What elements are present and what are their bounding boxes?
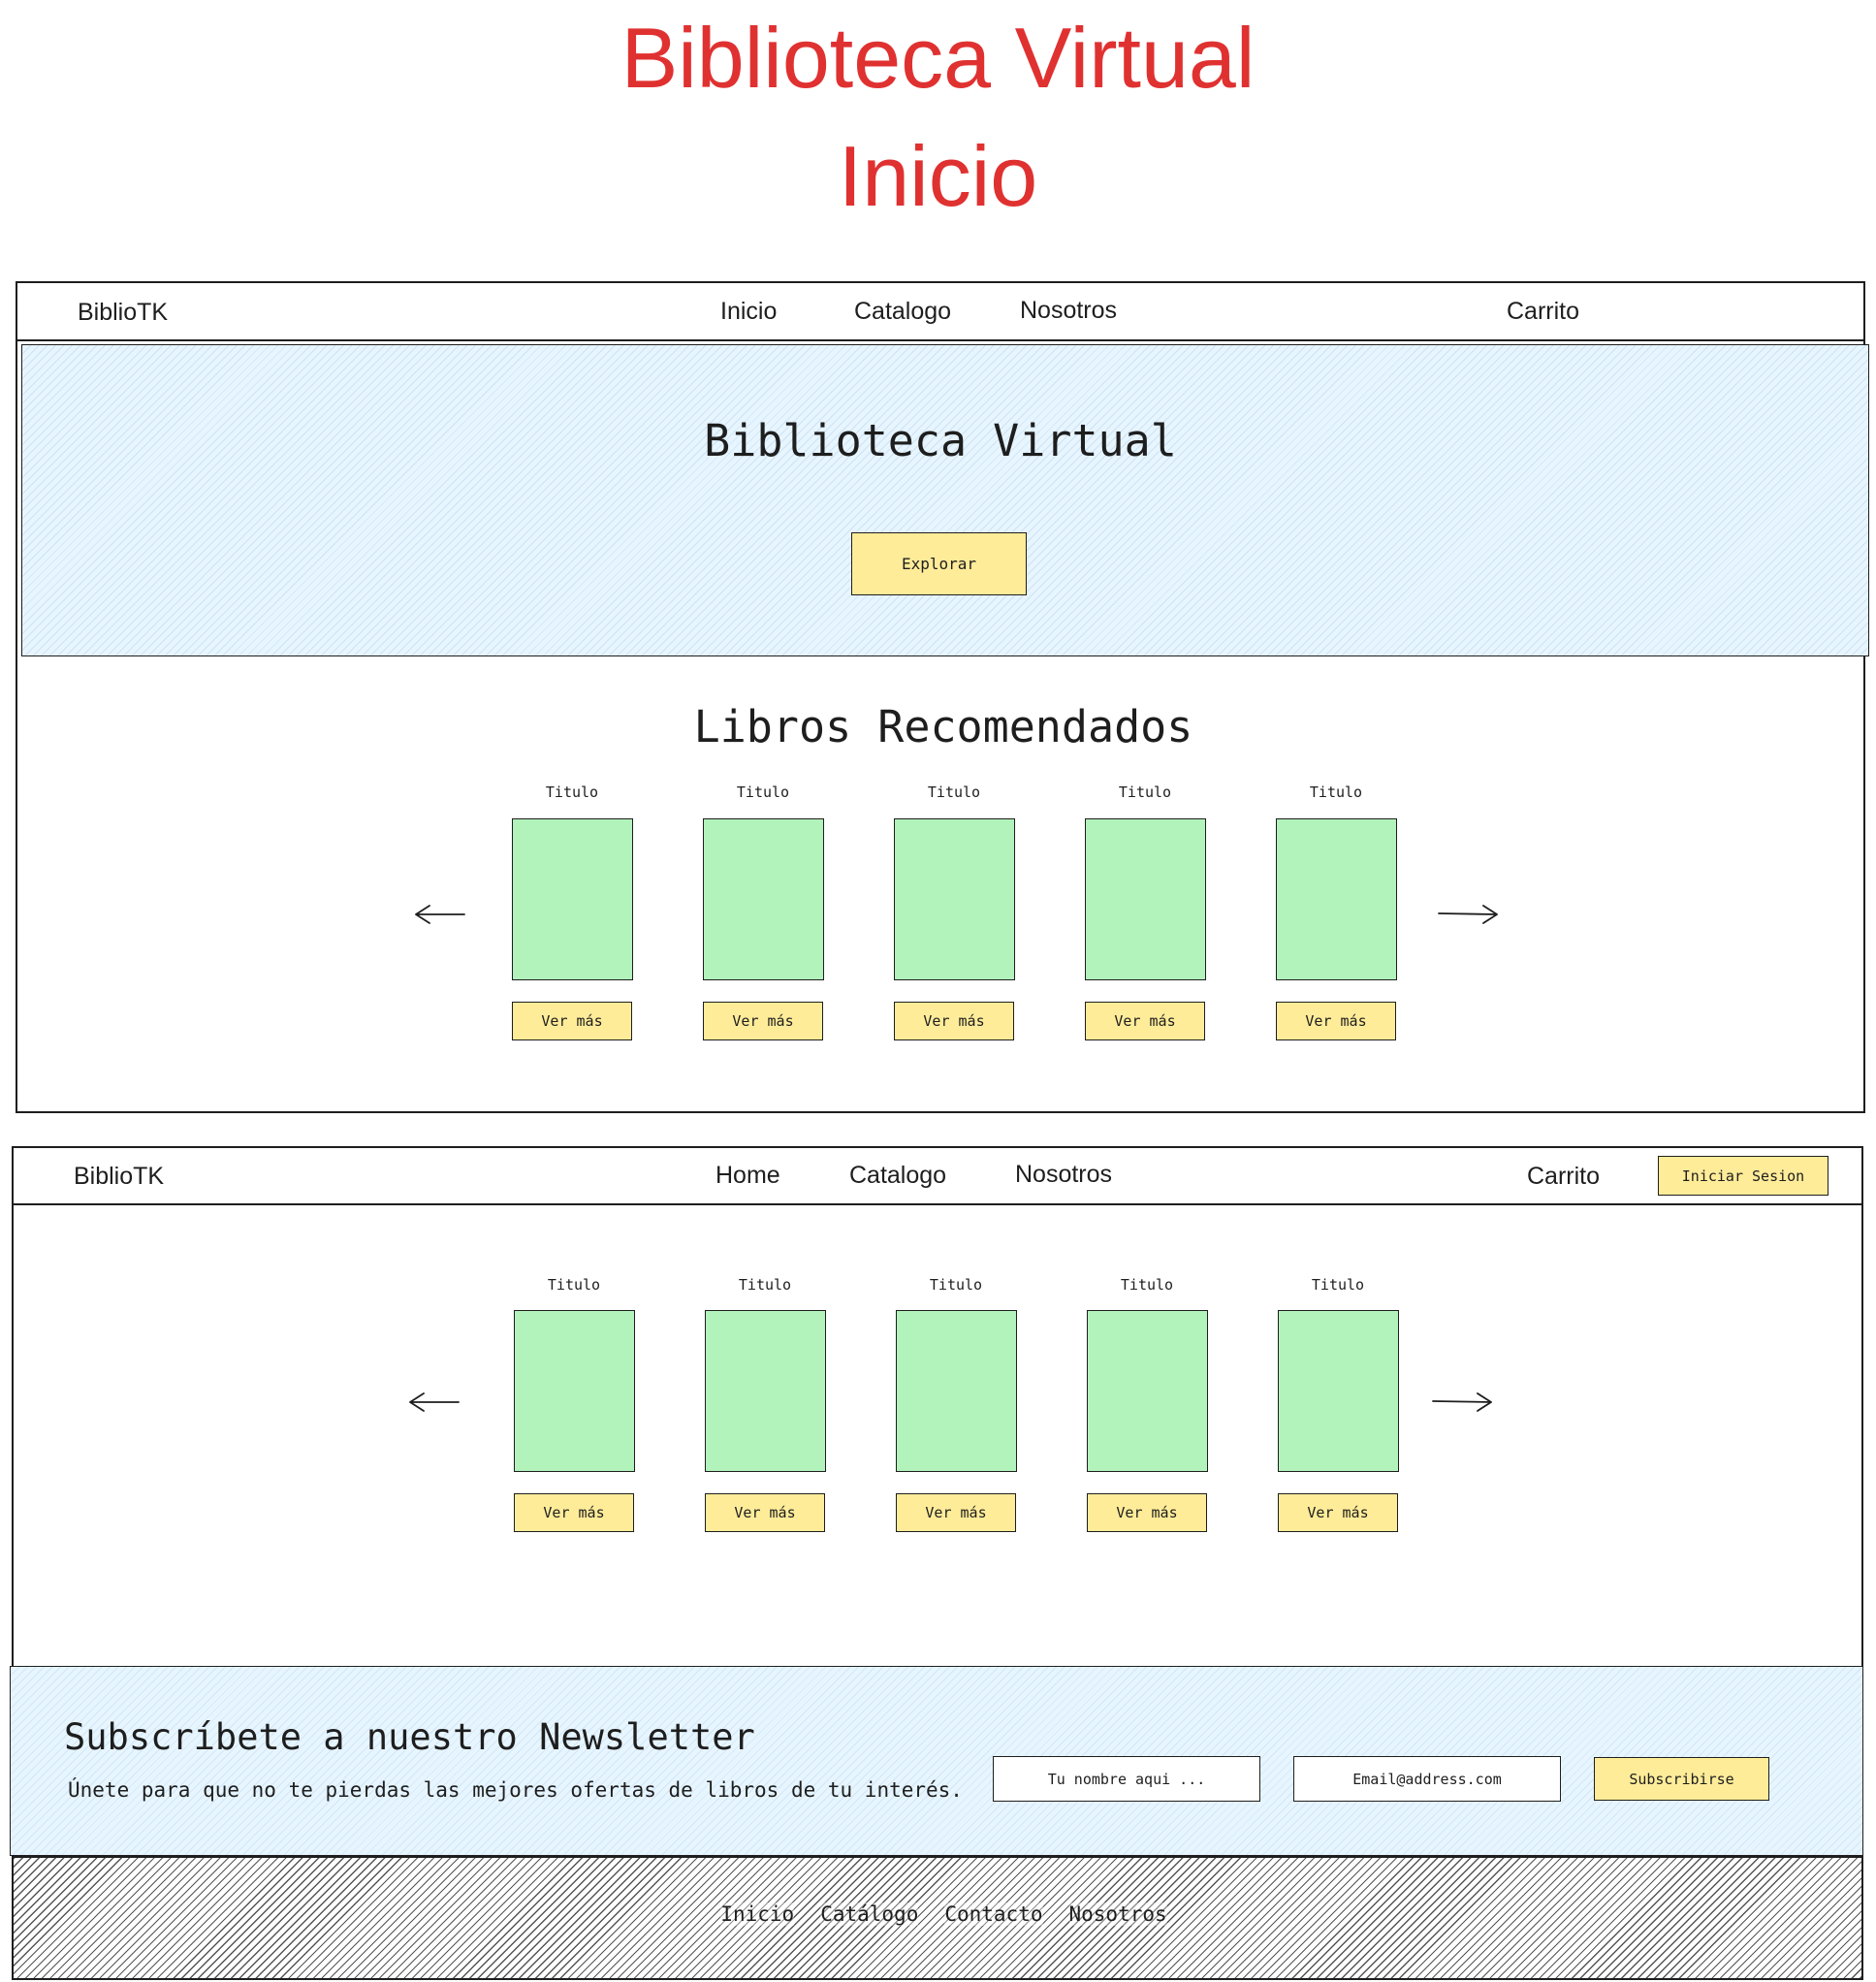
- subscribe-button[interactable]: Subscribirse: [1594, 1757, 1769, 1801]
- hero-banner: [21, 344, 1869, 656]
- book-cover[interactable]: [1087, 1310, 1208, 1472]
- view-more-button[interactable]: Ver más: [703, 1002, 823, 1040]
- nav-link-nosotros[interactable]: Nosotros: [1020, 297, 1117, 325]
- book-title: Titulo: [927, 783, 981, 801]
- view-more-button[interactable]: Ver más: [512, 1002, 632, 1040]
- arrow-right-icon[interactable]: [1431, 1388, 1495, 1417]
- view-more-button[interactable]: Ver más: [1276, 1002, 1396, 1040]
- book-title: Titulo: [929, 1276, 983, 1294]
- view-more-button[interactable]: Ver más: [894, 1002, 1014, 1040]
- book-cover[interactable]: [512, 818, 633, 980]
- book-cover[interactable]: [896, 1310, 1017, 1472]
- book-title: Titulo: [736, 783, 790, 801]
- book-title: Titulo: [547, 1276, 601, 1294]
- nav-link-inicio[interactable]: Inicio: [720, 298, 777, 326]
- footer-link-contacto[interactable]: Contacto: [944, 1902, 1043, 1926]
- nav-link-catalogo[interactable]: Catalogo: [849, 1162, 946, 1190]
- arrow-left-icon[interactable]: [406, 1388, 461, 1417]
- footer-link-inicio[interactable]: Inicio: [720, 1902, 795, 1926]
- view-more-button[interactable]: Ver más: [896, 1493, 1016, 1532]
- book-cover[interactable]: [514, 1310, 635, 1472]
- book-title: Titulo: [1311, 1276, 1365, 1294]
- brand-logo[interactable]: BiblioTK: [74, 1163, 164, 1191]
- book-cover[interactable]: [1276, 818, 1397, 980]
- book-cover[interactable]: [894, 818, 1015, 980]
- newsletter-subtext: Únete para que no te pierdas las mejores…: [68, 1778, 963, 1802]
- arrow-right-icon[interactable]: [1437, 900, 1501, 929]
- nav-link-nosotros[interactable]: Nosotros: [1015, 1161, 1112, 1189]
- book-cover[interactable]: [703, 818, 824, 980]
- page-title: Biblioteca Virtual: [620, 10, 1256, 106]
- view-more-button[interactable]: Ver más: [1087, 1493, 1207, 1532]
- section-heading-recommended: Libros Recomendados: [693, 701, 1193, 752]
- login-button[interactable]: Iniciar Sesion: [1658, 1156, 1828, 1196]
- brand-logo[interactable]: BiblioTK: [78, 299, 168, 327]
- book-title: Titulo: [1120, 1276, 1174, 1294]
- nav-link-carrito[interactable]: Carrito: [1527, 1163, 1600, 1191]
- newsletter-section: [10, 1666, 1863, 1856]
- nav-link-carrito[interactable]: Carrito: [1507, 298, 1579, 326]
- hero-heading: Biblioteca Virtual: [704, 415, 1177, 466]
- explore-button[interactable]: Explorar: [851, 532, 1027, 595]
- newsletter-heading: Subscríbete a nuestro Newsletter: [64, 1716, 755, 1758]
- arrow-left-icon[interactable]: [412, 900, 466, 929]
- book-cover[interactable]: [1085, 818, 1206, 980]
- book-cover[interactable]: [1278, 1310, 1399, 1472]
- nav-link-home[interactable]: Home: [715, 1162, 780, 1190]
- name-input[interactable]: Tu nombre aqui ...: [993, 1756, 1260, 1802]
- book-title: Titulo: [1309, 783, 1363, 801]
- view-more-button[interactable]: Ver más: [1278, 1493, 1398, 1532]
- book-title: Titulo: [738, 1276, 792, 1294]
- view-more-button[interactable]: Ver más: [514, 1493, 634, 1532]
- page-subtitle: Inicio: [838, 128, 1038, 224]
- footer-links: Inicio Catálogo Contacto Nosotros: [0, 1902, 1876, 1926]
- book-title: Titulo: [545, 783, 599, 801]
- footer-link-catalogo[interactable]: Catálogo: [820, 1902, 919, 1926]
- view-more-button[interactable]: Ver más: [1085, 1002, 1205, 1040]
- book-title: Titulo: [1118, 783, 1172, 801]
- book-cover[interactable]: [705, 1310, 826, 1472]
- email-input[interactable]: Email@address.com: [1293, 1756, 1561, 1802]
- view-more-button[interactable]: Ver más: [705, 1493, 825, 1532]
- footer-link-nosotros[interactable]: Nosotros: [1068, 1902, 1167, 1926]
- nav-link-catalogo[interactable]: Catalogo: [854, 298, 951, 326]
